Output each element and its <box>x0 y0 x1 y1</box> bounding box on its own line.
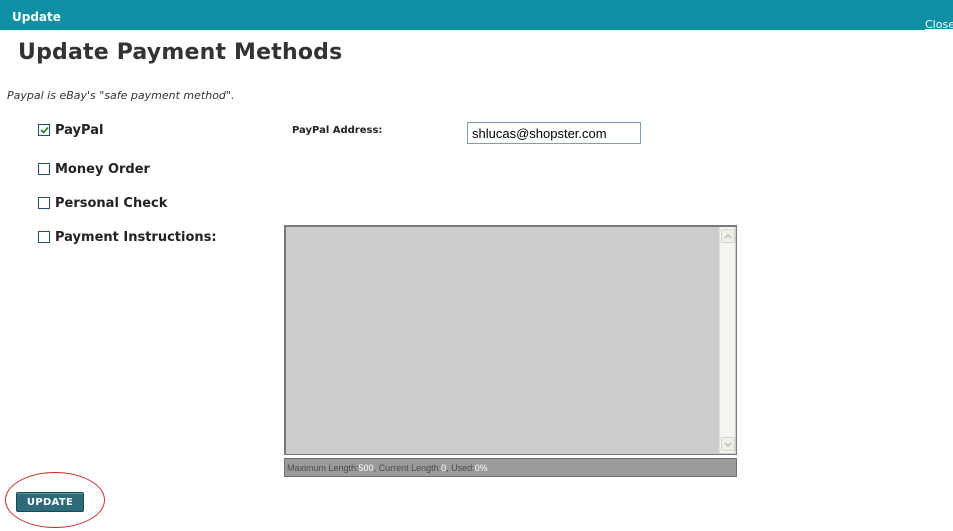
scroll-up-button[interactable] <box>721 229 735 243</box>
payment-instructions-checkbox[interactable] <box>38 231 50 243</box>
character-counter: Maximum Length: 500 , Current Length: 0 … <box>284 458 737 477</box>
personal-check-label: Personal Check <box>55 195 168 211</box>
checkmark-icon <box>39 126 49 134</box>
used-label: , Used: <box>446 462 475 473</box>
paypal-option[interactable]: PayPal <box>38 122 103 138</box>
personal-check-option[interactable]: Personal Check <box>38 195 167 211</box>
chevron-down-icon <box>724 442 732 447</box>
max-length-label: Maximum Length: <box>287 462 359 473</box>
used-value: 0% <box>474 462 488 473</box>
scroll-down-button[interactable] <box>721 437 735 451</box>
dialog-title: Update <box>12 10 61 24</box>
paypal-address-label: PayPal Address: <box>292 125 383 136</box>
max-length-value: 500 <box>358 462 374 473</box>
textarea-scrollbar[interactable] <box>719 227 735 453</box>
money-order-option[interactable]: Money Order <box>38 161 150 177</box>
paypal-address-input[interactable] <box>467 122 641 144</box>
money-order-checkbox[interactable] <box>38 163 50 175</box>
payment-instructions-box <box>284 225 737 455</box>
dialog-titlebar: Update Close <box>0 0 953 31</box>
payment-instructions-textarea[interactable] <box>286 227 719 453</box>
current-length-label: , Current Length: <box>373 462 442 473</box>
chevron-up-icon <box>724 233 732 238</box>
paypal-label: PayPal <box>55 122 104 138</box>
payment-instructions-option[interactable]: Payment Instructions: <box>38 229 217 245</box>
page-subtitle: Paypal is eBay's "safe payment method". <box>7 89 235 102</box>
money-order-label: Money Order <box>55 161 150 177</box>
personal-check-checkbox[interactable] <box>38 197 50 209</box>
page-title: Update Payment Methods <box>18 40 343 65</box>
close-link[interactable]: Close <box>925 18 953 31</box>
paypal-checkbox[interactable] <box>38 124 50 136</box>
update-button[interactable]: UPDATE <box>16 492 84 512</box>
payment-instructions-label: Payment Instructions: <box>55 229 217 245</box>
